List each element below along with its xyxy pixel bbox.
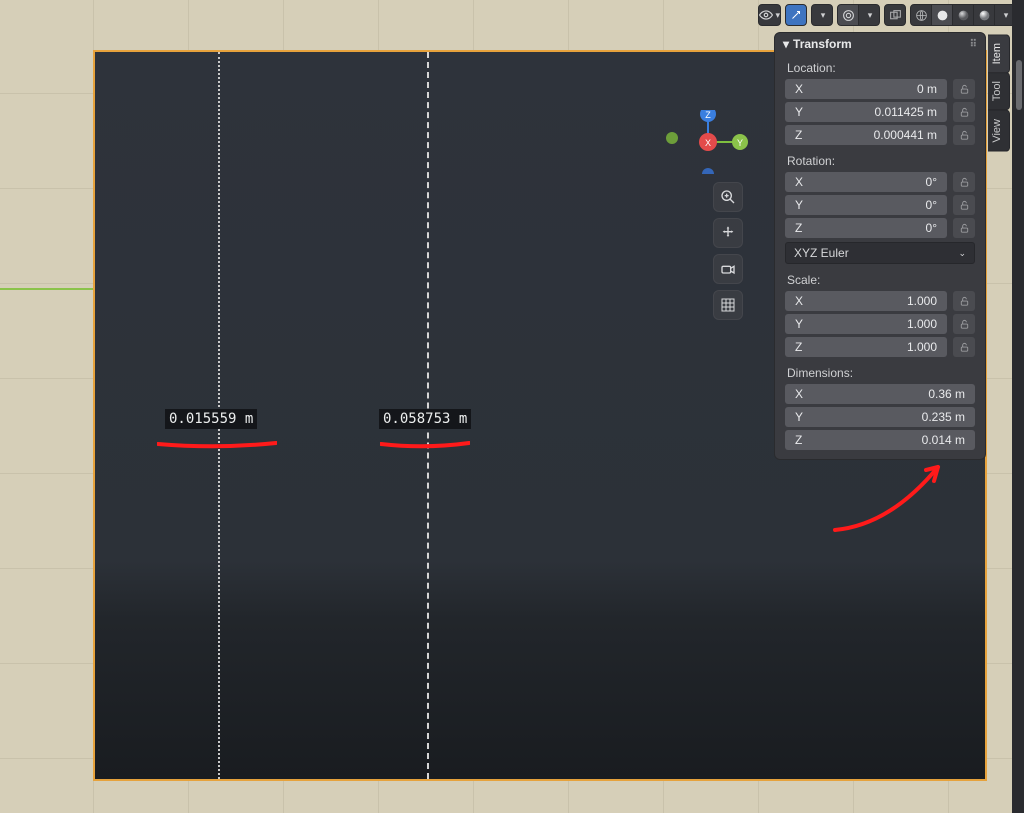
scale-label: Scale: — [775, 267, 985, 291]
shading-rendered[interactable] — [973, 4, 995, 26]
xray-toggle[interactable] — [884, 4, 906, 26]
rotation-z-field[interactable]: Z 0° — [785, 218, 947, 238]
tab-view[interactable]: View — [988, 110, 1010, 152]
gizmo-z-label: Z — [705, 110, 711, 120]
measurement-label-1: 0.015559 m — [165, 409, 257, 429]
lock-icon[interactable] — [953, 291, 975, 311]
shading-material[interactable] — [952, 4, 974, 26]
scrollbar-thumb[interactable] — [1016, 60, 1022, 110]
dimensions-label: Dimensions: — [775, 360, 985, 384]
shading-solid[interactable] — [931, 4, 953, 26]
lock-icon[interactable] — [953, 125, 975, 145]
annotation-underline-2 — [380, 436, 470, 444]
lock-icon[interactable] — [953, 195, 975, 215]
right-gutter — [1012, 0, 1024, 813]
lock-icon[interactable] — [953, 79, 975, 99]
viewport-header: ▾ ▾ ▾ ▾ — [758, 4, 1016, 26]
lock-icon[interactable] — [953, 337, 975, 357]
shading-wireframe[interactable] — [910, 4, 932, 26]
navigation-gizmo[interactable]: Z X Y — [688, 110, 752, 174]
dimensions-x-field[interactable]: X 0.36 m — [785, 384, 975, 404]
location-z-field[interactable]: Z 0.000441 m — [785, 125, 947, 145]
shading-mode-group: ▾ — [910, 4, 1016, 26]
viewport-side-controls — [713, 182, 743, 320]
chevron-down-icon: ⌄ — [958, 248, 966, 259]
gizmo-x-label: X — [705, 138, 711, 148]
drag-handle-icon[interactable]: ⠿ — [970, 39, 979, 50]
gizmo-neg-y[interactable] — [666, 132, 678, 144]
dimensions-y-field[interactable]: Y 0.235 m — [785, 407, 975, 427]
location-x-field[interactable]: X 0 m — [785, 79, 947, 99]
gizmo-y-label: Y — [737, 138, 743, 148]
dimensions-z-field[interactable]: Z 0.014 m — [785, 430, 975, 450]
tab-tool[interactable]: Tool — [988, 72, 1010, 110]
location-label: Location: — [775, 55, 985, 79]
scale-z-field[interactable]: Z 1.000 — [785, 337, 947, 357]
tab-item[interactable]: Item — [988, 34, 1010, 73]
scale-x-field[interactable]: X 1.000 — [785, 291, 947, 311]
camera-icon[interactable] — [713, 254, 743, 284]
rotation-x-field[interactable]: X 0° — [785, 172, 947, 192]
rotation-mode-dropdown[interactable]: XYZ Euler ⌄ — [785, 242, 975, 264]
annotation-underline-1 — [157, 436, 277, 444]
measurement-label-2: 0.058753 m — [379, 409, 471, 429]
disclosure-triangle-icon: ▾ — [783, 37, 789, 51]
zoom-icon[interactable] — [713, 182, 743, 212]
lock-icon[interactable] — [953, 172, 975, 192]
npanel-tabs: Item Tool View — [988, 34, 1010, 150]
location-y-field[interactable]: Y 0.011425 m — [785, 102, 947, 122]
panel-header[interactable]: ▾ Transform ⠿ — [775, 33, 985, 55]
transform-panel: ▾ Transform ⠿ Location: X 0 m Y 0.011425… — [774, 32, 986, 460]
visibility-dropdown[interactable]: ▾ — [758, 4, 781, 26]
gizmo-options[interactable]: ▾ — [811, 4, 833, 26]
panel-title: Transform — [793, 37, 852, 51]
perspective-icon[interactable] — [713, 290, 743, 320]
axis-line — [0, 288, 94, 290]
lock-icon[interactable] — [953, 102, 975, 122]
rotation-label: Rotation: — [775, 148, 985, 172]
overlay-options[interactable]: ▾ — [858, 4, 880, 26]
lock-icon[interactable] — [953, 314, 975, 334]
overlay-toggle[interactable] — [837, 4, 859, 26]
gizmo-toggle[interactable] — [785, 4, 807, 26]
rotation-y-field[interactable]: Y 0° — [785, 195, 947, 215]
scale-y-field[interactable]: Y 1.000 — [785, 314, 947, 334]
lock-icon[interactable] — [953, 218, 975, 238]
pan-icon[interactable] — [713, 218, 743, 248]
